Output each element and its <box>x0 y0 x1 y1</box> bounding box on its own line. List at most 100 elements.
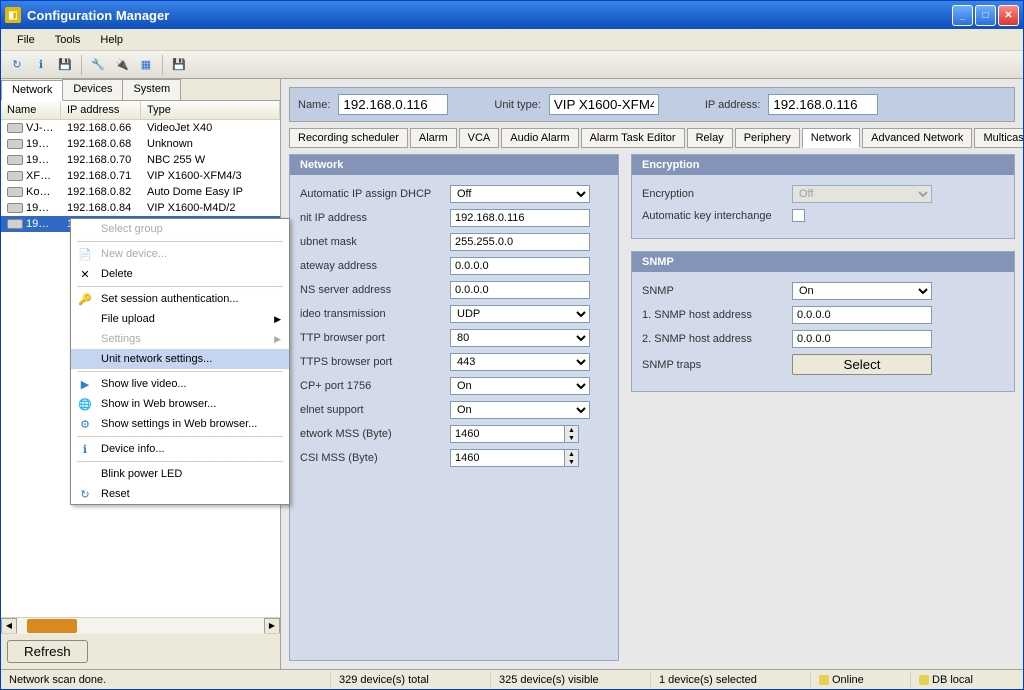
snmp-host1-label: 1. SNMP host address <box>642 309 792 321</box>
ctx-file-upload[interactable]: File upload▶ <box>71 309 289 329</box>
gear-icon: ⚙ <box>77 416 93 432</box>
dhcp-select[interactable]: Off <box>450 185 590 203</box>
context-separator <box>77 286 283 287</box>
device-row[interactable]: Konni's ...192.168.0.82Auto Dome Easy IP <box>1 184 280 200</box>
http-select[interactable]: 80 <box>450 329 590 347</box>
device-icon <box>7 171 23 181</box>
header-ip[interactable]: IP address <box>61 101 141 119</box>
header-name[interactable]: Name <box>1 101 61 119</box>
horizontal-scrollbar[interactable]: ◀ ▶ <box>1 617 280 633</box>
rcp-select[interactable]: On <box>450 377 590 395</box>
toolbar-separator <box>162 55 163 75</box>
device-row[interactable]: 192.16...192.168.0.70NBC 255 W <box>1 152 280 168</box>
window-title: Configuration Manager <box>27 8 952 23</box>
tab-vca[interactable]: VCA <box>459 128 500 148</box>
close-button[interactable]: ✕ <box>998 5 1019 26</box>
status-online: Online <box>811 672 911 688</box>
cable-icon[interactable]: 🔌 <box>112 55 132 75</box>
disk-icon[interactable]: 💾 <box>169 55 189 75</box>
info-bar: Name: Unit type: IP address: <box>289 87 1015 122</box>
tab-advanced-network[interactable]: Advanced Network <box>862 128 972 148</box>
device-row[interactable]: 192.16...192.168.0.84VIP X1600-M4D/2 <box>1 200 280 216</box>
menu-help[interactable]: Help <box>90 32 133 48</box>
info-icon[interactable]: ℹ <box>31 55 51 75</box>
snmp-host1-input[interactable] <box>792 306 932 324</box>
scroll-right-button[interactable]: ▶ <box>264 618 280 634</box>
minimize-button[interactable]: _ <box>952 5 973 26</box>
tab-devices[interactable]: Devices <box>62 79 123 100</box>
ctx-unit-network[interactable]: Unit network settings... <box>71 349 289 369</box>
tab-recording-scheduler[interactable]: Recording scheduler <box>289 128 408 148</box>
menu-tools[interactable]: Tools <box>45 32 91 48</box>
menu-file[interactable]: File <box>7 32 45 48</box>
refresh-button[interactable]: Refresh <box>7 640 88 663</box>
context-separator <box>77 436 283 437</box>
ctx-session-auth[interactable]: 🔑Set session authentication... <box>71 289 289 309</box>
snmp-select-button[interactable]: Select <box>792 354 932 375</box>
tag-icon <box>819 675 829 685</box>
auto-key-checkbox[interactable] <box>792 209 805 222</box>
tab-network-settings[interactable]: Network <box>802 128 860 148</box>
wrench-icon[interactable]: 🔧 <box>88 55 108 75</box>
dns-input[interactable] <box>450 281 590 299</box>
https-select[interactable]: 443 <box>450 353 590 371</box>
gateway-input[interactable] <box>450 257 590 275</box>
tab-alarm-task-editor[interactable]: Alarm Task Editor <box>581 128 685 148</box>
tab-system[interactable]: System <box>122 79 181 100</box>
snmp-select[interactable]: On <box>792 282 932 300</box>
refresh-icon[interactable]: ↻ <box>7 55 27 75</box>
ctx-delete[interactable]: ✕Delete <box>71 264 289 284</box>
telnet-select[interactable]: On <box>450 401 590 419</box>
device-icon <box>7 187 23 197</box>
ctx-show-live[interactable]: ▶Show live video... <box>71 374 289 394</box>
dhcp-label: Automatic IP assign DHCP <box>300 188 450 200</box>
spinner-down-icon[interactable]: ▼ <box>565 458 578 466</box>
unit-ip-input[interactable] <box>450 209 590 227</box>
ctx-device-info[interactable]: ℹDevice info... <box>71 439 289 459</box>
file-icon: 📄 <box>77 246 93 262</box>
video-trans-select[interactable]: UDP <box>450 305 590 323</box>
ctx-show-web[interactable]: 🌐Show in Web browser... <box>71 394 289 414</box>
ctx-blink[interactable]: Blink power LED <box>71 464 289 484</box>
device-row[interactable]: 192.16...192.168.0.68Unknown <box>1 136 280 152</box>
grid-icon[interactable]: ▦ <box>136 55 156 75</box>
subnet-input[interactable] <box>450 233 590 251</box>
iscsi-spinner[interactable] <box>450 449 565 467</box>
info-name-field[interactable] <box>338 94 448 115</box>
spinner-up-icon[interactable]: ▲ <box>565 450 578 458</box>
scroll-left-button[interactable]: ◀ <box>1 618 17 634</box>
status-total: 329 device(s) total <box>331 672 491 688</box>
ctx-show-settings-web[interactable]: ⚙Show settings in Web browser... <box>71 414 289 434</box>
encryption-panel-body: EncryptionOff Automatic key interchange <box>632 175 1014 238</box>
telnet-label: elnet support <box>300 404 450 416</box>
device-row[interactable]: XFM4A ...192.168.0.71VIP X1600-XFM4/3 <box>1 168 280 184</box>
gateway-label: ateway address <box>300 260 450 272</box>
snmp-panel-header: SNMP <box>632 252 1014 272</box>
mss-label: etwork MSS (Byte) <box>300 428 450 440</box>
device-row[interactable]: VJ-X40...192.168.0.66VideoJet X40 <box>1 120 280 136</box>
tag-icon <box>919 675 929 685</box>
save-icon[interactable]: 💾 <box>55 55 75 75</box>
tab-audio-alarm[interactable]: Audio Alarm <box>501 128 578 148</box>
spinner-down-icon[interactable]: ▼ <box>565 434 578 442</box>
tab-multicasting[interactable]: Multicasting <box>974 128 1023 148</box>
status-selected: 1 device(s) selected <box>651 672 811 688</box>
subnet-label: ubnet mask <box>300 236 450 248</box>
maximize-button[interactable]: □ <box>975 5 996 26</box>
toolbar: ↻ ℹ 💾 🔧 🔌 ▦ 💾 <box>1 51 1023 79</box>
tab-periphery[interactable]: Periphery <box>735 128 800 148</box>
info-type-field[interactable] <box>549 94 659 115</box>
scroll-track[interactable] <box>17 618 264 634</box>
spinner-up-icon[interactable]: ▲ <box>565 426 578 434</box>
scroll-thumb[interactable] <box>27 619 77 633</box>
info-ip-field[interactable] <box>768 94 878 115</box>
key-icon: 🔑 <box>77 291 93 307</box>
header-type[interactable]: Type <box>141 101 280 119</box>
tab-alarm[interactable]: Alarm <box>410 128 457 148</box>
ctx-reset[interactable]: ↻Reset <box>71 484 289 504</box>
mss-spinner[interactable] <box>450 425 565 443</box>
snmp-host2-input[interactable] <box>792 330 932 348</box>
info-type-label: Unit type: <box>494 99 540 111</box>
tab-relay[interactable]: Relay <box>687 128 733 148</box>
tab-network[interactable]: Network <box>1 80 63 101</box>
